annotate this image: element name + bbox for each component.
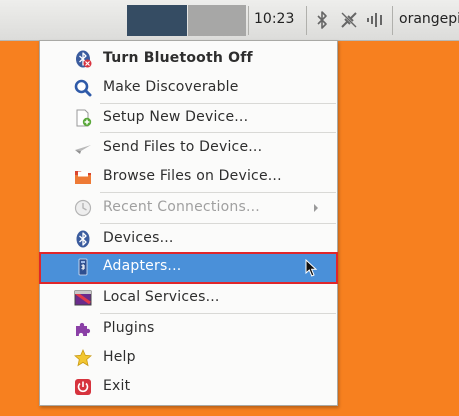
- menu-item-label: Turn Bluetooth Off: [103, 50, 253, 66]
- panel-separator: [392, 6, 393, 35]
- network-disconnected-icon[interactable]: [339, 10, 359, 30]
- menu-item-help[interactable]: Help: [40, 344, 337, 372]
- workspace-1-button[interactable]: [127, 5, 187, 36]
- user-menu[interactable]: orangepi: [399, 11, 459, 27]
- menu-item-label: Adapters...: [103, 258, 182, 274]
- folder-icon: [75, 171, 91, 184]
- menu-item-turn-bluetooth-off[interactable]: Turn Bluetooth Off: [40, 45, 337, 73]
- menu-item-label: Plugins: [103, 320, 155, 336]
- menu-separator: [100, 132, 336, 133]
- menu-separator: [100, 313, 336, 314]
- menu-item-label: Local Services...: [103, 289, 220, 305]
- menu-item-recent-connections: Recent Connections...: [40, 194, 337, 222]
- services-icon: [74, 290, 92, 306]
- menu-item-label: Recent Connections...: [103, 199, 260, 215]
- menu-item-plugins[interactable]: Plugins: [40, 315, 337, 343]
- document-add-icon: [76, 109, 92, 127]
- menu-separator: [100, 223, 336, 224]
- menu-item-make-discoverable[interactable]: Make Discoverable: [40, 74, 337, 102]
- bluetooth-icon[interactable]: [313, 10, 331, 30]
- panel-separator: [248, 6, 249, 35]
- menu-item-label: Browse Files on Device...: [103, 168, 282, 184]
- menu-item-label: Setup New Device...: [103, 109, 249, 125]
- menu-item-label: Make Discoverable: [103, 79, 239, 95]
- menu-item-adapters[interactable]: Adapters...: [39, 252, 338, 284]
- adapter-icon: [78, 258, 88, 276]
- clock[interactable]: 10:23: [254, 11, 294, 27]
- search-icon: [74, 79, 92, 97]
- menu-item-exit[interactable]: Exit: [40, 373, 337, 401]
- menu-item-browse-files[interactable]: Browse Files on Device...: [40, 163, 337, 191]
- menu-item-devices[interactable]: Devices...: [40, 225, 337, 253]
- menu-item-label: Exit: [103, 378, 131, 394]
- menu-item-label: Send Files to Device...: [103, 139, 263, 155]
- top-panel: 10:23 orangepi: [0, 0, 459, 41]
- menu-separator: [100, 192, 336, 193]
- bluetooth-icon: [76, 50, 92, 68]
- workspace-2-button[interactable]: [188, 5, 246, 36]
- bluetooth-context-menu: Turn Bluetooth Off Make Discoverable Set…: [39, 40, 338, 406]
- send-icon: [75, 145, 91, 154]
- menu-item-label: Devices...: [103, 230, 174, 246]
- mouse-cursor-icon: [305, 259, 318, 277]
- menu-item-send-files[interactable]: Send Files to Device...: [40, 134, 337, 162]
- volume-icon[interactable]: [365, 10, 387, 30]
- power-icon: [75, 379, 91, 395]
- star-icon: [74, 349, 92, 367]
- panel-separator: [306, 6, 307, 35]
- menu-item-setup-new-device[interactable]: Setup New Device...: [40, 104, 337, 132]
- menu-item-label: Help: [103, 349, 136, 365]
- submenu-arrow-icon: [314, 204, 318, 212]
- puzzle-icon: [76, 322, 91, 336]
- recent-icon: [74, 199, 92, 217]
- bluetooth-icon: [76, 230, 90, 248]
- menu-item-local-services[interactable]: Local Services...: [40, 284, 337, 312]
